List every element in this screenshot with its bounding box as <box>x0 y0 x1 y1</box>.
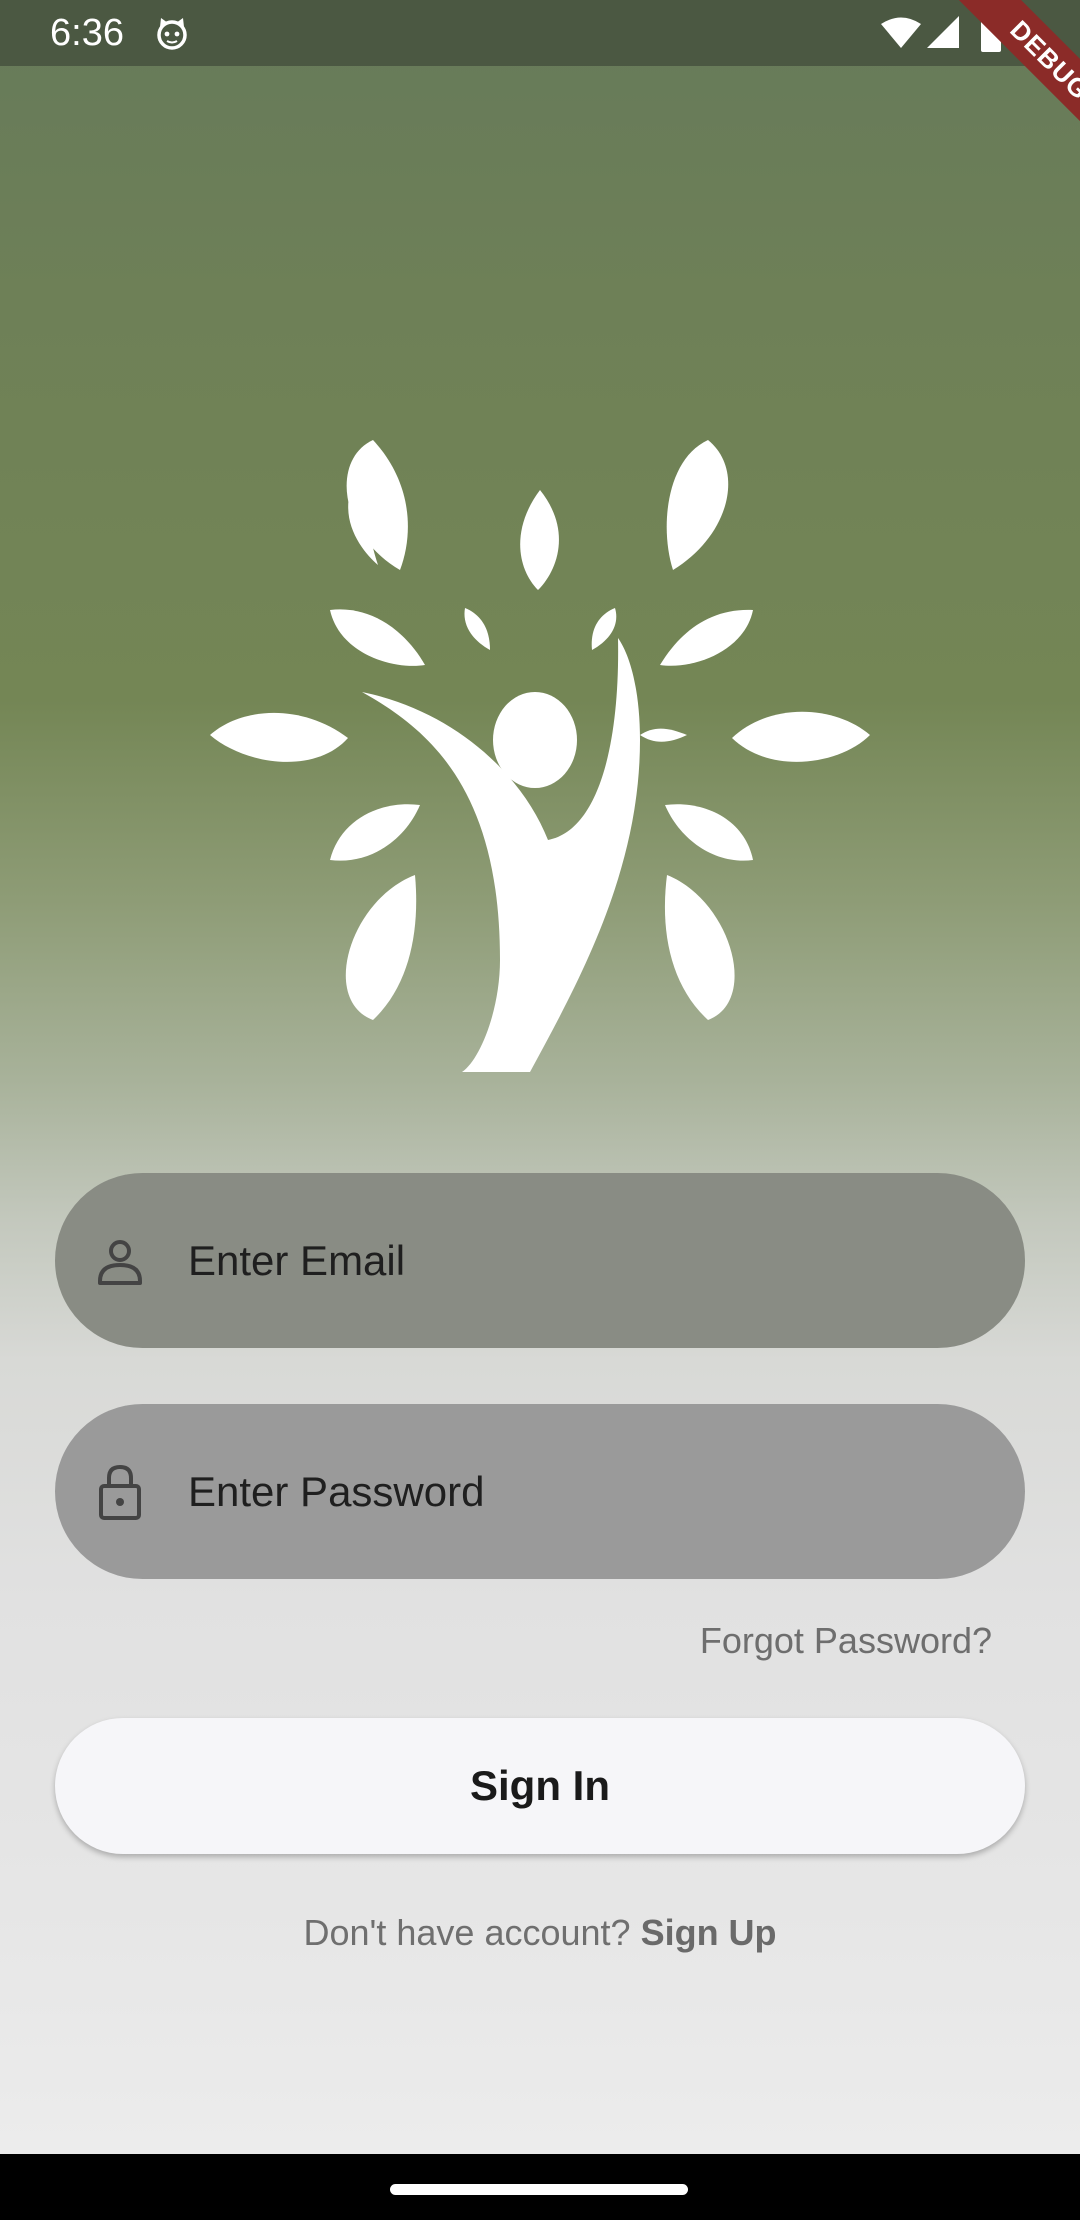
sign-in-button[interactable]: Sign In <box>55 1718 1025 1854</box>
email-field[interactable] <box>55 1173 1025 1348</box>
status-time: 6:36 <box>50 12 124 54</box>
password-field[interactable] <box>55 1404 1025 1579</box>
tree-person-logo-icon <box>210 440 870 1072</box>
lock-icon <box>99 1464 141 1520</box>
forgot-password-link[interactable]: Forgot Password? <box>700 1620 992 1662</box>
cat-app-icon <box>157 18 187 50</box>
wifi-icon <box>881 17 921 48</box>
password-input[interactable] <box>188 1404 988 1579</box>
navigation-bar <box>0 2154 1080 2220</box>
person-icon <box>98 1239 142 1285</box>
signup-link[interactable]: Sign Up <box>641 1912 777 1953</box>
home-gesture-handle[interactable] <box>390 2184 688 2195</box>
signup-row: Don't have account? Sign Up <box>0 1912 1080 1954</box>
signup-prompt: Don't have account? <box>303 1912 631 1953</box>
signal-icon <box>927 16 959 48</box>
login-screen: 6:36 DEBUG Enter Email Forgot Password? … <box>0 0 1080 2154</box>
status-bar: 6:36 <box>0 0 1080 66</box>
email-input[interactable] <box>188 1173 988 1348</box>
